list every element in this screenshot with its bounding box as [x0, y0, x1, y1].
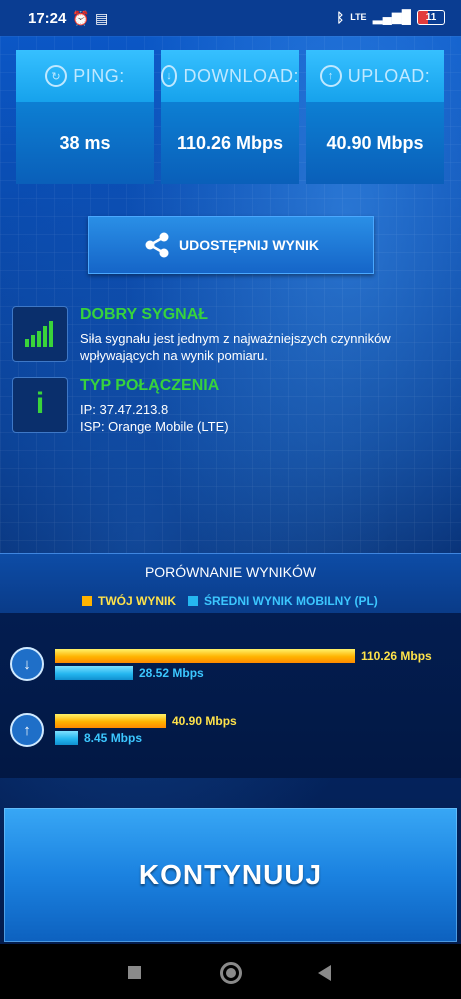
- comparison-title: PORÓWNANIE WYNIKÓW: [144, 564, 317, 580]
- bluetooth-icon: ᛒ: [336, 9, 345, 25]
- legend-swatch-you: [82, 596, 92, 606]
- comparison-header: PORÓWNANIE WYNIKÓW TWÓJ WYNIK ŚREDNI WYN…: [0, 553, 461, 614]
- legend-your-result: TWÓJ WYNIK: [82, 594, 176, 608]
- status-bar: 17:24 ⏰ ▤ ᛒ LTE ▂▄▆█ 11: [0, 0, 461, 36]
- ping-icon: ↻: [45, 65, 68, 87]
- download-avg-bar: [55, 666, 133, 680]
- upload-avg-bar: [55, 731, 78, 745]
- download-arrow-icon: ↓: [10, 647, 44, 681]
- signal-title: DOBRY SYGNAŁ: [80, 306, 209, 323]
- back-button[interactable]: [318, 965, 331, 981]
- recent-apps-button[interactable]: [128, 966, 141, 979]
- ping-tile: ↻ PING: 38 ms: [16, 50, 154, 184]
- continue-button-label: KONTYNUUJ: [138, 859, 323, 890]
- legend-swatch-avg: [188, 596, 198, 606]
- comparison-legend: TWÓJ WYNIK ŚREDNI WYNIK MOBILNY (PL): [82, 594, 378, 608]
- upload-you-bar: [55, 714, 166, 728]
- ip-address: IP: 37.47.213.8: [80, 402, 169, 417]
- continue-button[interactable]: KONTYNUUJ: [4, 808, 457, 942]
- comparison-chart: ↓ ↑ 110.26 Mbps 28.52 Mbps 40.90 Mbps 8.45 …: [0, 613, 461, 778]
- download-label: DOWNLOAD:: [183, 65, 299, 86]
- status-time: 17:24: [28, 10, 67, 27]
- app-screen: ↻ PING: 38 ms ↓ DOWNLOAD: 110.26 Mbps ↑ UPL…: [0, 36, 461, 944]
- download-tile: ↓ DOWNLOAD: 110.26 Mbps: [161, 50, 299, 184]
- connection-title: TYP POŁĄCZENIA: [80, 377, 220, 394]
- signal-icon: ▂▄▆█: [372, 9, 411, 24]
- download-value: 110.26 Mbps: [161, 102, 299, 184]
- network-type: LTE: [350, 12, 367, 22]
- battery-icon: 11: [417, 9, 445, 25]
- upload-tile: ↑ UPLOAD: 40.90 Mbps: [306, 50, 444, 184]
- info-icon: i: [12, 377, 68, 433]
- download-you-bar: [55, 649, 355, 663]
- download-avg-label: 28.52 Mbps: [139, 666, 204, 680]
- download-you-label: 110.26 Mbps: [361, 649, 432, 663]
- legend-average-result: ŚREDNI WYNIK MOBILNY (PL): [188, 594, 378, 608]
- android-nav-bar: [0, 944, 461, 999]
- upload-label: UPLOAD:: [347, 65, 431, 86]
- signal-strength-icon: [12, 306, 68, 362]
- upload-avg-label: 8.45 Mbps: [84, 731, 143, 745]
- share-button-label: UDOSTĘPNIJ WYNIK: [178, 237, 319, 253]
- upload-arrow-icon: ↑: [10, 713, 44, 747]
- ping-label: PING:: [73, 65, 125, 86]
- notification-icon: ▤: [95, 10, 109, 26]
- upload-value: 40.90 Mbps: [306, 102, 444, 184]
- isp-name: ISP: Orange Mobile (LTE): [80, 419, 229, 434]
- share-result-button[interactable]: UDOSTĘPNIJ WYNIK: [88, 216, 374, 274]
- home-button[interactable]: [220, 962, 242, 984]
- share-icon: [145, 232, 169, 258]
- signal-text: Siła sygnału jest jednym z najważniejszy…: [80, 331, 391, 363]
- alarm-icon: ⏰: [72, 10, 90, 26]
- upload-you-label: 40.90 Mbps: [172, 714, 237, 728]
- download-icon: ↓: [161, 65, 178, 87]
- ping-value: 38 ms: [16, 102, 154, 184]
- upload-icon: ↑: [319, 65, 342, 87]
